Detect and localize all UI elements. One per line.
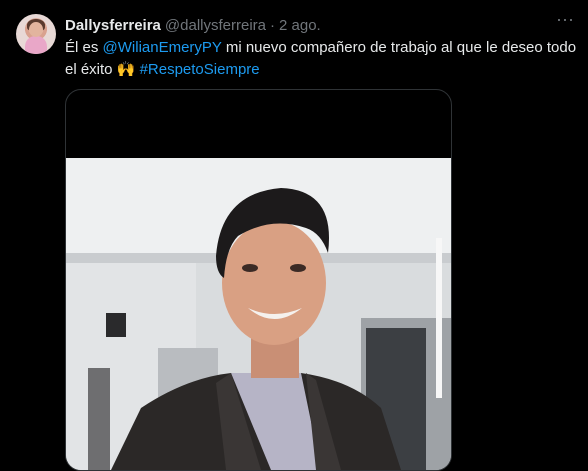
author-avatar[interactable] — [16, 14, 56, 54]
mention-link[interactable]: @WilianEmeryPY — [103, 39, 222, 56]
hashtag-link[interactable]: #RespetoSiempre — [140, 61, 260, 78]
separator-dot: · — [270, 16, 275, 34]
author-handle[interactable]: @dallysferreira — [165, 17, 266, 34]
tweet-header: Dallysferreira @dallysferreira · 2 ago. — [65, 15, 321, 35]
author-name[interactable]: Dallysferreira — [65, 17, 161, 34]
more-dots-icon[interactable]: ··· — [556, 10, 574, 32]
tweet-timestamp[interactable]: 2 ago. — [279, 17, 321, 34]
photo-portrait-image — [66, 158, 451, 470]
tweet-photo[interactable] — [65, 89, 452, 471]
raised-hands-emoji-icon: 🙌 — [116, 61, 136, 78]
tweet-text-start: Él es — [65, 39, 103, 56]
tweet-text: Él es @WilianEmeryPY mi nuevo compañero … — [65, 37, 580, 81]
